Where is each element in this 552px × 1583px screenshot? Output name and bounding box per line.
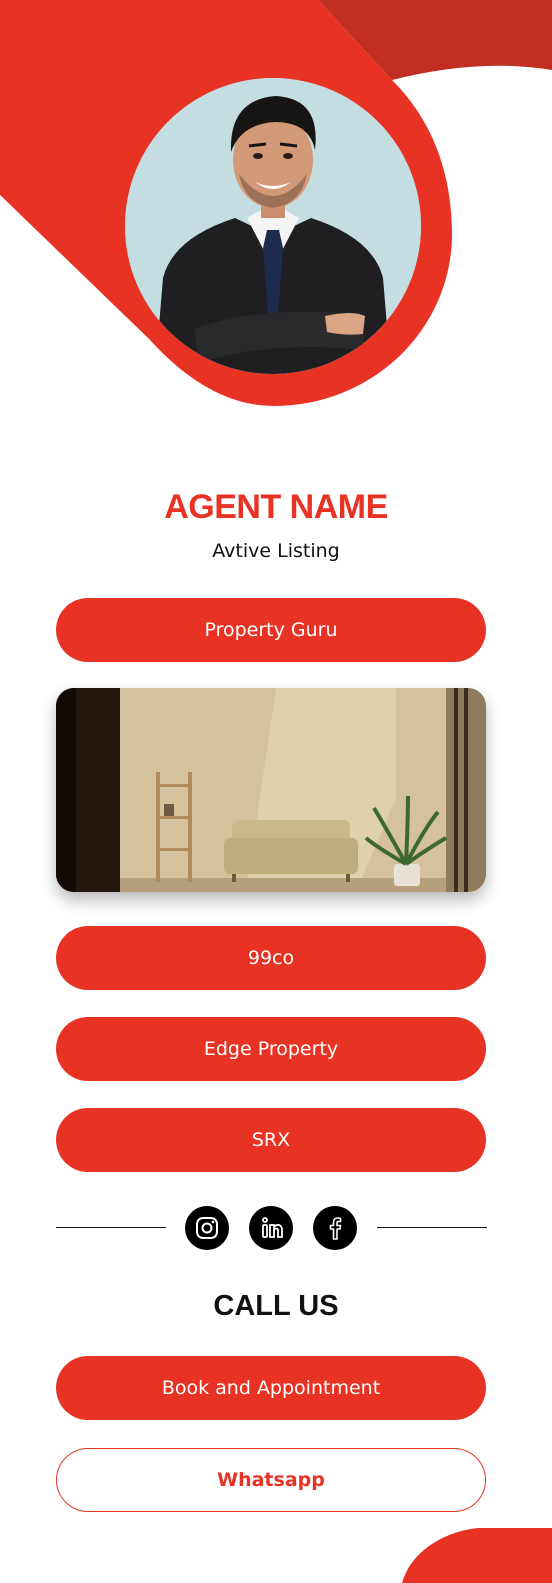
divider-right: [377, 1227, 487, 1228]
facebook-icon: [329, 1217, 342, 1240]
book-appointment-button[interactable]: Book and Appointment: [56, 1356, 486, 1420]
listing-photo: [56, 688, 486, 892]
srx-button[interactable]: SRX: [56, 1108, 486, 1172]
divider-left: [56, 1227, 166, 1228]
linkedin-button[interactable]: [249, 1206, 293, 1250]
instagram-button[interactable]: [185, 1206, 229, 1250]
agent-photo: [125, 78, 421, 374]
whatsapp-button[interactable]: Whatsapp: [56, 1448, 486, 1512]
99co-button[interactable]: 99co: [56, 926, 486, 990]
call-us-heading: CALL US: [213, 1290, 339, 1322]
edge-property-button[interactable]: Edge Property: [56, 1017, 486, 1081]
agent-subtitle: Avtive Listing: [212, 540, 340, 562]
facebook-button[interactable]: [313, 1206, 357, 1250]
linkedin-icon: [262, 1217, 283, 1238]
instagram-icon: [196, 1217, 218, 1239]
agent-name: AGENT NAME: [164, 488, 388, 526]
property-guru-button[interactable]: Property Guru: [56, 598, 486, 662]
